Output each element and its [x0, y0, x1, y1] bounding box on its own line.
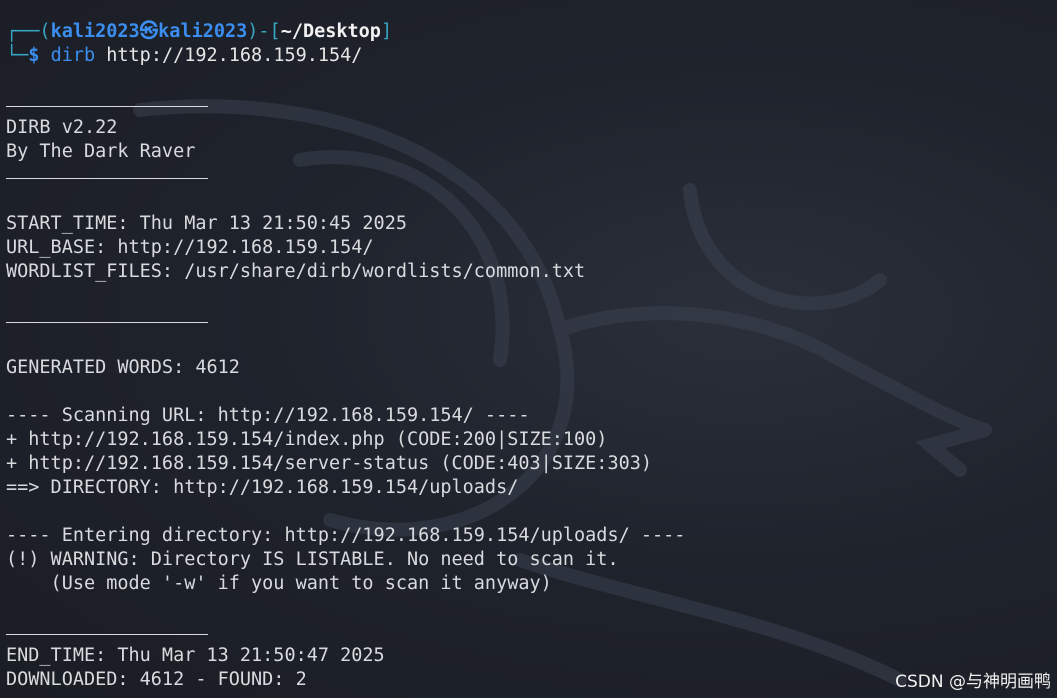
scan-result: + http://192.168.159.154/index.php (CODE…: [6, 429, 608, 450]
scan-directory: ==> DIRECTORY: http://192.168.159.154/up…: [6, 477, 519, 498]
separator-line: [6, 92, 1057, 116]
terminal-window[interactable]: ┌──(kali2023㉿kali2023)-[~/Desktop] └─$ d…: [0, 0, 1057, 698]
csdn-watermark: CSDN @与神明画鸭: [895, 672, 1051, 692]
prompt-frame-top: ┌──(: [6, 21, 51, 42]
scan-result: + http://192.168.159.154/server-status (…: [6, 453, 653, 474]
banner-author: By The Dark Raver: [6, 141, 196, 162]
command-line: └─$ dirb http://192.168.159.154/: [6, 44, 1057, 68]
scan-header: ---- Scanning URL: http://192.168.159.15…: [6, 405, 530, 426]
url-base: URL_BASE: http://192.168.159.154/: [6, 237, 374, 258]
warning-text: (!) WARNING: Directory IS LISTABLE. No n…: [6, 549, 619, 570]
warning-hint: (Use mode '-w' if you want to scan it an…: [6, 573, 552, 594]
prompt-line: ┌──(kali2023㉿kali2023)-[~/Desktop]: [6, 20, 1057, 44]
prompt-frame-end: ]: [380, 21, 393, 42]
command-name: dirb: [50, 45, 96, 66]
start-time: START_TIME: Thu Mar 13 21:50:45 2025: [6, 213, 407, 234]
prompt-cwd: ~/Desktop: [280, 21, 381, 42]
generated-words: GENERATED WORDS: 4612: [6, 357, 240, 378]
command-argument: http://192.168.159.154/: [106, 45, 363, 66]
separator-line: [6, 308, 1057, 332]
prompt-frame-mid: )-[: [247, 21, 281, 42]
wordlist-files: WORDLIST_FILES: /usr/share/dirb/wordlist…: [6, 261, 586, 282]
separator-line: [6, 620, 1057, 644]
prompt-user-host: kali2023㉿kali2023: [50, 21, 248, 42]
end-time: END_TIME: Thu Mar 13 21:50:47 2025: [6, 645, 385, 666]
terminal-output: ┌──(kali2023㉿kali2023)-[~/Desktop] └─$ d…: [6, 20, 1057, 692]
prompt-dollar: $: [28, 45, 51, 66]
separator-line: [6, 164, 1057, 188]
banner-version: DIRB v2.22: [6, 117, 118, 138]
enter-directory-header: ---- Entering directory: http://192.168.…: [6, 525, 686, 546]
prompt-frame-bottom: └─: [6, 45, 29, 66]
